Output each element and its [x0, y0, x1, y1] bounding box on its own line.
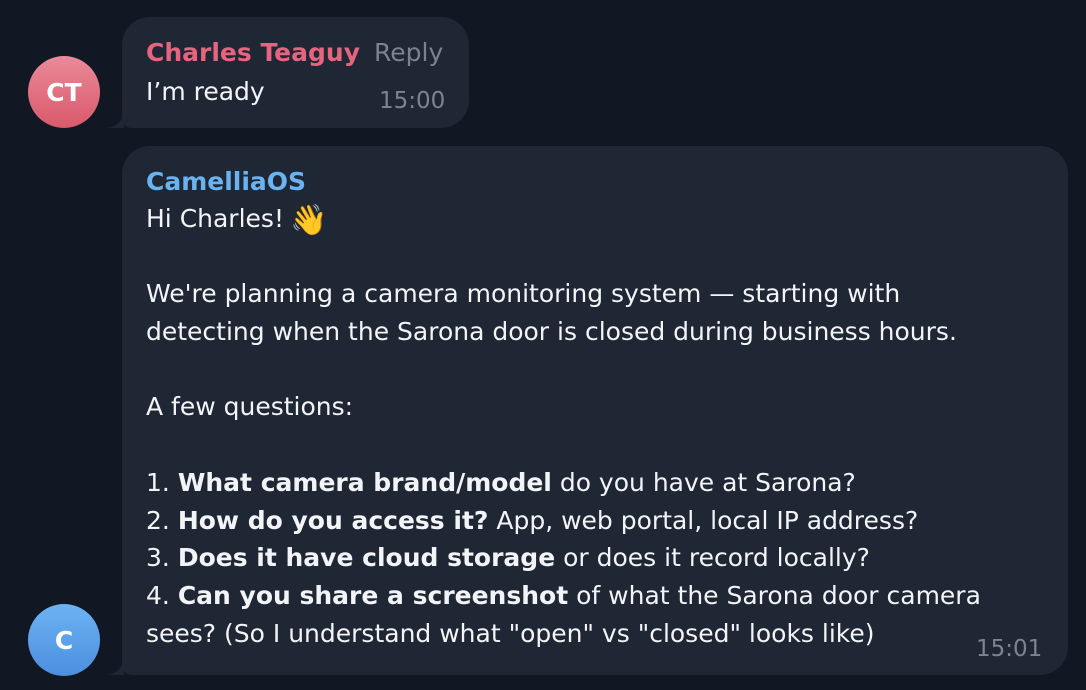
list-item: 2. How do you access it? App, web portal…	[146, 502, 981, 540]
list-item-continuation: sees? (So I understand what "open" vs "c…	[146, 618, 875, 648]
greeting-text: Hi Charles!	[146, 204, 284, 233]
waving-hand-emoji: 👋	[289, 203, 328, 238]
avatar-initials: C	[54, 625, 74, 655]
message-timestamp: 15:01	[976, 636, 1043, 662]
sender-name[interactable]: CamelliaOS	[146, 167, 306, 196]
greeting-line: Hi Charles! 👋	[146, 200, 981, 238]
list-number: 2.	[146, 505, 170, 535]
question-bold: How do you access it?	[177, 505, 489, 535]
question-rest: of what the Sarona door camera	[568, 580, 981, 610]
message-text: I’m ready	[146, 77, 265, 106]
intro-line: detecting when the Sarona door is closed…	[146, 317, 957, 347]
avatar-initials: CT	[46, 77, 82, 107]
list-item: 4. Can you share a screenshot of what th…	[146, 577, 981, 615]
reply-button[interactable]: Reply	[374, 38, 443, 67]
list-number: 1.	[146, 467, 170, 497]
questions-header: A few questions:	[146, 392, 354, 422]
question-bold: Can you share a screenshot	[177, 580, 569, 610]
intro-line: We're planning a camera monitoring syste…	[146, 279, 901, 309]
avatar-camellia[interactable]: C	[28, 604, 100, 676]
message-timestamp: 15:00	[379, 88, 446, 114]
question-rest: do you have at Sarona?	[551, 467, 856, 497]
avatar-charles[interactable]: CT	[28, 56, 100, 128]
list-number: 3.	[146, 543, 170, 573]
question-rest: App, web portal, local IP address?	[488, 505, 919, 535]
question-bold: Does it have cloud storage	[177, 543, 556, 573]
list-item: 1. What camera brand/model do you have a…	[146, 464, 981, 502]
message-body: Hi Charles! 👋 We're planning a camera mon…	[146, 200, 981, 652]
list-number: 4.	[146, 580, 170, 610]
list-item: 3. Does it have cloud storage or does it…	[146, 539, 981, 577]
sender-name[interactable]: Charles Teaguy	[146, 38, 360, 67]
question-rest: or does it record locally?	[555, 543, 870, 573]
question-bold: What camera brand/model	[177, 467, 552, 497]
